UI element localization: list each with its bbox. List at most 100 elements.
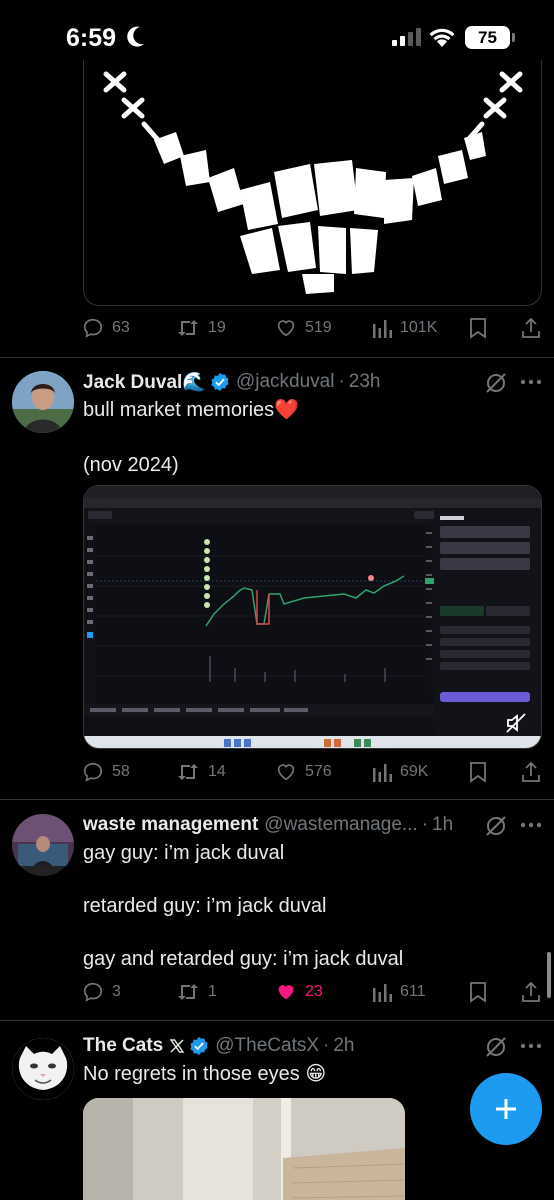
handle[interactable]: @jackduval [236,371,335,393]
tweet-header: Jack Duval🌊 @jackduval · 23h [83,368,380,396]
views-button[interactable]: 611 [372,977,426,1007]
share-icon [522,761,540,782]
share-button[interactable] [520,313,542,343]
reply-button[interactable]: 63 [82,313,130,343]
status-time: 6:59 [66,24,117,52]
reply-button[interactable]: 3 [82,977,121,1007]
reply-count: 63 [112,319,130,336]
like-count: 576 [305,763,332,780]
signal-icon [392,28,421,46]
grok-icon[interactable] [484,371,508,395]
avatar[interactable] [12,371,74,433]
reply-icon [83,318,103,338]
avatar[interactable] [12,814,74,876]
verified-badge-icon [189,1036,209,1056]
views-button[interactable]: 69K [372,757,428,787]
bookmark-icon [470,982,486,1003]
tweet-text-line: No regrets in those eyes 😁 [83,1063,327,1085]
handle[interactable]: @TheCatsX [215,1035,319,1057]
moon-icon [127,26,144,47]
verified-badge-icon [210,372,230,392]
tweet-actions: 58 14 576 69K [82,757,542,787]
timestamp[interactable]: 1h [432,814,453,836]
like-button[interactable]: 576 [275,757,332,787]
views-count: 69K [400,763,429,780]
more-icon[interactable] [520,821,542,829]
grok-icon[interactable] [484,1035,508,1059]
reply-count: 58 [112,763,130,780]
trading-chart-image [84,486,541,748]
like-button[interactable]: 23 [275,977,323,1007]
views-count: 611 [400,983,426,1000]
views-icon [373,984,392,1002]
avatar-image [12,1038,74,1100]
reply-icon [83,982,103,1002]
retweet-count: 1 [208,983,217,1000]
reply-button[interactable]: 58 [82,757,130,787]
avatar-image [12,814,74,876]
views-icon [373,764,392,782]
room-photo [83,1098,405,1200]
tweet-media-photo[interactable] [83,1098,405,1200]
retweet-count: 14 [208,763,226,780]
views-button[interactable]: 101K [372,313,437,343]
tweet-media-smile[interactable] [83,60,542,306]
separator-dot: · [421,814,429,835]
divider [0,1020,554,1021]
share-icon [522,981,540,1002]
timestamp[interactable]: 23h [349,371,381,393]
tweet-text-line: gay guy: i’m jack duval [83,842,285,864]
tweet-text-line: (nov 2024) [83,454,179,476]
display-name[interactable]: The Cats [83,1035,163,1057]
retweet-icon [178,320,198,336]
views-icon [373,320,392,338]
tweet-text-line: gay and retarded guy: i’m jack duval [83,948,404,970]
battery-indicator: 75 [465,26,510,49]
grok-icon[interactable] [484,814,508,838]
display-name[interactable]: Jack Duval🌊 [83,370,206,394]
tweet-header: waste management @wastemanage... · 1h [83,811,453,839]
views-count: 101K [400,319,438,336]
tweet-media-chart[interactable] [83,485,542,749]
battery-tip [512,33,515,42]
retweet-icon [178,764,198,780]
divider [0,799,554,800]
separator-dot: · [323,1035,330,1056]
wifi-icon [429,28,455,47]
share-icon [522,317,540,338]
heart-icon [277,764,295,781]
retweet-button[interactable]: 1 [176,977,217,1007]
like-button[interactable]: 519 [275,313,332,343]
share-button[interactable] [520,757,542,787]
handle[interactable]: @wastemanage... [264,814,417,836]
separator-dot: · [338,371,345,392]
retweet-button[interactable]: 14 [176,757,226,787]
tweet-header: The Cats @TheCatsX · 2h [83,1032,355,1060]
more-icon[interactable] [520,378,542,386]
bookmark-button[interactable] [468,977,488,1007]
plus-icon [496,1099,516,1119]
bookmark-icon [470,318,486,339]
tweet-actions: 3 1 23 611 [82,977,542,1007]
compose-button[interactable] [470,1073,542,1145]
reply-icon [83,762,103,782]
mute-icon[interactable] [505,712,527,734]
bookmark-button[interactable] [468,757,488,787]
timestamp[interactable]: 2h [333,1035,354,1057]
like-count: 519 [305,319,332,336]
more-icon[interactable] [520,1042,542,1050]
tweet-actions: 63 19 519 101K [82,313,542,343]
retweet-button[interactable]: 19 [176,313,226,343]
heart-filled-icon [278,985,294,1000]
display-name[interactable]: waste management [83,814,258,836]
reply-count: 3 [112,983,121,1000]
divider [0,357,554,358]
share-button[interactable] [520,977,542,1007]
bookmark-button[interactable] [468,313,488,343]
avatar[interactable] [12,1038,74,1100]
like-count: 23 [305,983,323,1000]
tweet-text-line: bull market memories❤️ [83,399,300,421]
scrollbar-thumb[interactable] [547,952,551,998]
smile-image [103,71,523,294]
x-logo-icon [169,1038,185,1054]
